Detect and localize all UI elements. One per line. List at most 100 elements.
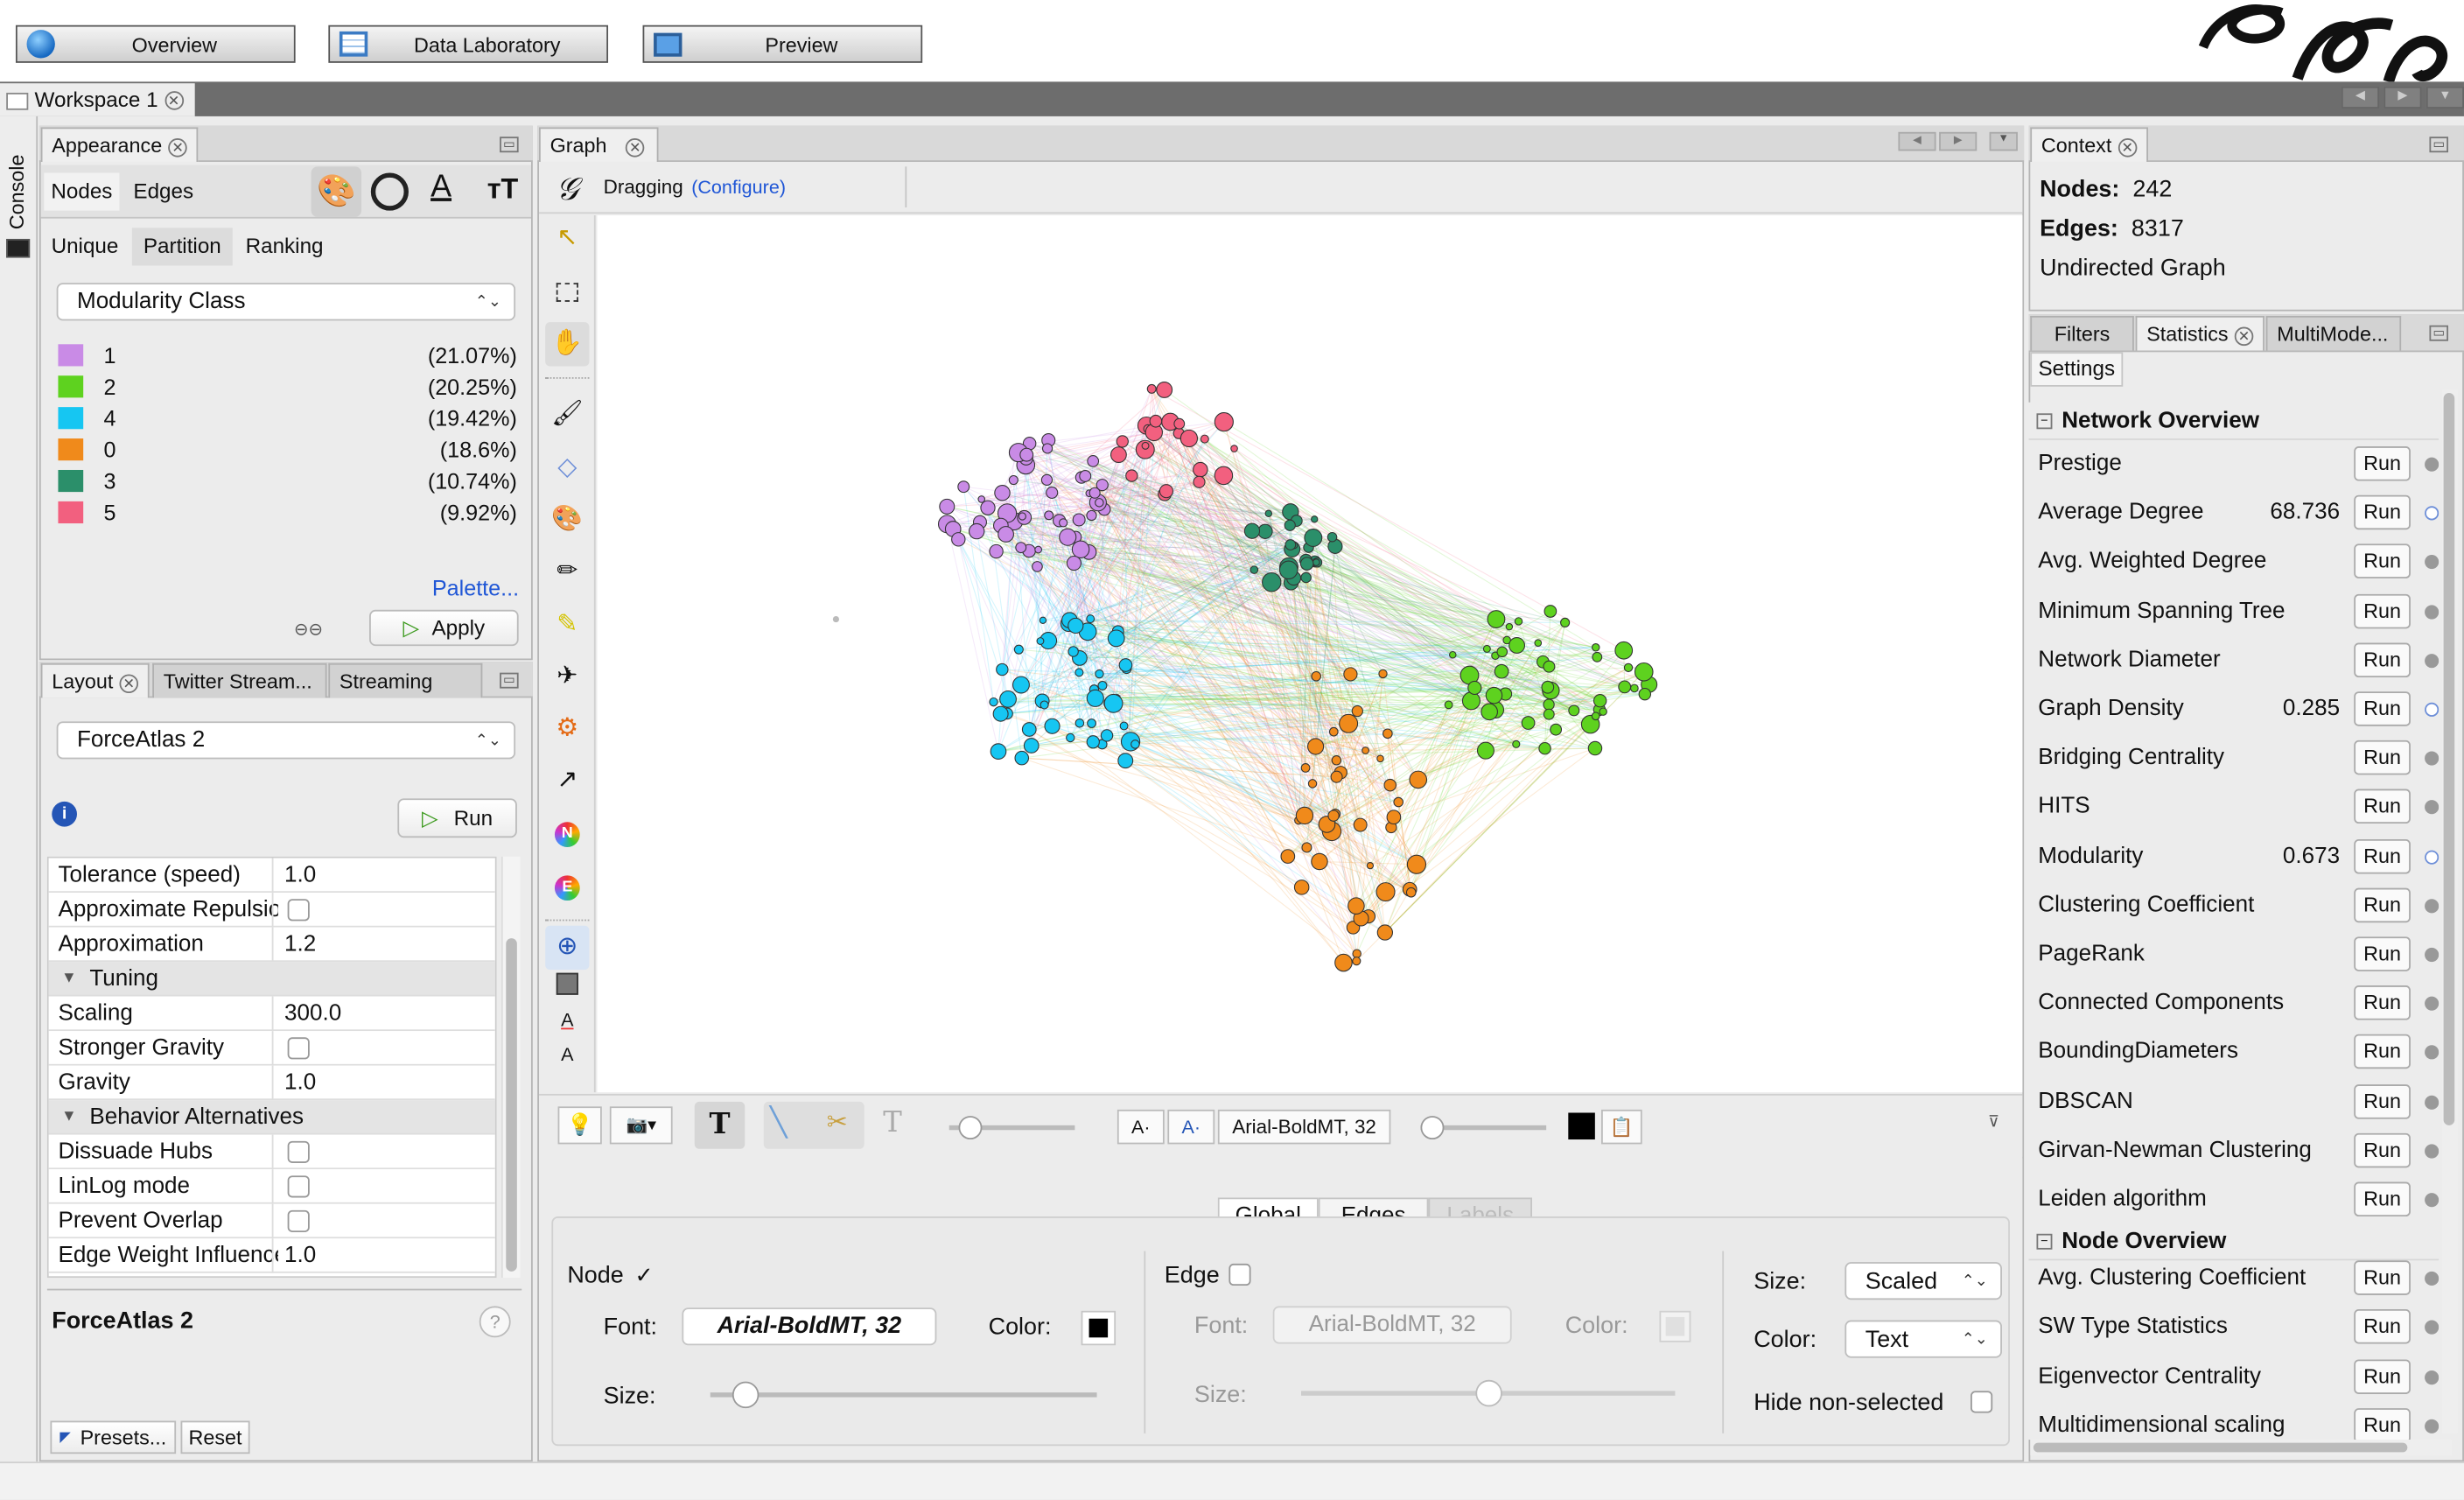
property-row[interactable]: Scaling 300.0 — [48, 996, 495, 1032]
partition-item[interactable]: 4 (19.42%) — [41, 403, 531, 434]
run-statistic-button[interactable]: Run — [2354, 838, 2411, 873]
property-checkbox[interactable] — [287, 1209, 310, 1232]
run-statistic-button[interactable]: Run — [2354, 1181, 2411, 1217]
minimize-icon[interactable]: ▭ — [500, 672, 519, 689]
close-icon[interactable]: ✕ — [2234, 326, 2254, 346]
report-icon[interactable] — [2425, 555, 2440, 570]
layout-tab[interactable]: Layout ✕ — [40, 662, 150, 698]
run-statistic-button[interactable]: Run — [2354, 1260, 2411, 1296]
run-statistic-button[interactable]: Run — [2354, 936, 2411, 971]
edge-scale-slider[interactable] — [948, 1116, 1075, 1140]
data-laboratory-button[interactable]: Data Laboratory — [328, 25, 609, 63]
overview-button[interactable]: Overview — [15, 25, 296, 63]
partition-color-swatch[interactable] — [58, 438, 84, 461]
minimize-icon[interactable]: ▭ — [2429, 137, 2449, 153]
workspace-menu[interactable]: ▼ — [2426, 86, 2464, 109]
partition-item[interactable]: 1 (21.07%) — [41, 340, 531, 371]
workspace-tab[interactable]: Workspace 1 ✕ — [0, 83, 195, 116]
partition-color-swatch[interactable] — [58, 375, 84, 398]
run-statistic-button[interactable]: Run — [2354, 985, 2411, 1020]
report-icon[interactable] — [2425, 1370, 2440, 1384]
multimode-tab[interactable]: MultiMode... — [2265, 315, 2402, 351]
report-icon[interactable] — [2425, 751, 2440, 766]
property-checkbox[interactable] — [287, 1140, 310, 1163]
node-font-button[interactable]: Arial-BoldMT, 32 — [682, 1307, 937, 1346]
link-icon[interactable]: ⊖⊖ — [294, 620, 323, 640]
run-statistic-button[interactable]: Run — [2354, 740, 2411, 775]
minimize-icon[interactable]: ▭ — [2429, 325, 2449, 341]
report-icon[interactable] — [2425, 1321, 2440, 1335]
report-icon[interactable] — [2425, 996, 2440, 1012]
help-icon[interactable]: ? — [479, 1306, 511, 1338]
report-icon[interactable] — [2425, 1095, 2440, 1110]
partition-color-swatch[interactable] — [58, 344, 84, 367]
property-value[interactable]: 1.0 — [284, 1066, 316, 1101]
edge-label-checkbox[interactable] — [1228, 1263, 1251, 1286]
run-statistic-button[interactable]: Run — [2354, 1034, 2411, 1069]
info-icon[interactable]: i — [52, 801, 77, 827]
property-row[interactable]: Tolerance (speed) 1.0 — [48, 858, 495, 894]
n-icon[interactable]: N — [545, 812, 589, 856]
font-size-down-icon[interactable]: A· — [1116, 1109, 1165, 1145]
layout-algorithm-select[interactable]: ForceAtlas 2 ⌃⌄ — [56, 721, 516, 760]
report-icon[interactable] — [2425, 457, 2440, 472]
airplane-icon[interactable]: ✈ — [545, 655, 589, 699]
twitter-stream-tab[interactable]: Twitter Stream... — [152, 662, 327, 698]
size-pencil-icon[interactable]: ✎ — [545, 604, 589, 648]
close-icon[interactable]: ✕ — [168, 137, 187, 157]
show-labels-icon[interactable]: T — [694, 1101, 746, 1149]
property-checkbox[interactable] — [287, 899, 310, 922]
property-row[interactable]: Dissuade Hubs — [48, 1134, 495, 1170]
graph-nav-right[interactable]: ▶ — [1939, 131, 1978, 151]
edge-icon[interactable]: ╲ — [770, 1106, 787, 1139]
node-label-checkbox[interactable]: ✓ — [635, 1264, 657, 1286]
workspace-nav-left[interactable]: ◀ — [2341, 86, 2379, 109]
collapse-icon[interactable]: − — [2036, 1234, 2053, 1251]
property-section[interactable]: ▼ Behavior Alternatives — [48, 1100, 495, 1135]
e-icon[interactable]: E — [545, 866, 589, 910]
edge-scissors-icon[interactable]: ✂ — [827, 1106, 848, 1138]
edges-tab[interactable]: Edges — [126, 173, 201, 211]
run-statistic-button[interactable]: Run — [2354, 495, 2411, 530]
label-color-icon[interactable]: A — [430, 170, 452, 206]
color-picker-icon[interactable]: 📋 — [1601, 1109, 1642, 1145]
report-icon[interactable] — [2425, 702, 2440, 717]
rect-select-icon[interactable] — [545, 270, 589, 314]
presets-button[interactable]: ◤ Presets... — [50, 1420, 177, 1454]
statistics-tab[interactable]: Statistics ✕ — [2135, 315, 2264, 351]
property-checkbox[interactable] — [287, 1037, 310, 1060]
unique-tab[interactable]: Unique — [44, 228, 125, 265]
partition-color-swatch[interactable] — [58, 501, 84, 524]
appearance-tab[interactable]: Appearance ✕ — [40, 127, 199, 162]
property-row[interactable]: Approximation 1.2 — [48, 927, 495, 963]
collapse-icon[interactable]: ▼ — [61, 962, 77, 997]
property-row[interactable]: Edge Weight Influence 1.0 — [48, 1238, 495, 1273]
network-graph[interactable] — [597, 215, 2022, 1092]
close-icon[interactable]: ✕ — [119, 673, 139, 693]
terminal-icon[interactable] — [6, 238, 31, 258]
report-icon[interactable] — [2425, 800, 2440, 815]
label-size-slider[interactable] — [1420, 1116, 1547, 1140]
run-statistic-button[interactable]: Run — [2354, 789, 2411, 824]
run-statistic-button[interactable]: Run — [2354, 1309, 2411, 1345]
preview-button[interactable]: Preview — [642, 25, 923, 63]
close-icon[interactable]: ✕ — [626, 137, 645, 157]
report-icon[interactable] — [2425, 653, 2440, 668]
label-size-icon[interactable]: A — [545, 1033, 589, 1076]
nodes-tab[interactable]: Nodes — [44, 172, 120, 211]
property-row[interactable]: Approximate Repulsion — [48, 893, 495, 928]
reset-button[interactable]: Reset — [180, 1420, 250, 1454]
ranking-tab[interactable]: Ranking — [239, 228, 330, 265]
partition-item[interactable]: 3 (10.74%) — [41, 466, 531, 497]
label-size-T-icon[interactable]: T — [883, 1106, 902, 1139]
palette-icon[interactable]: 🎨 — [311, 166, 362, 217]
apply-button[interactable]: ▷ Apply — [369, 609, 519, 647]
collapse-icon[interactable]: − — [2036, 413, 2053, 430]
property-value[interactable]: 1.2 — [284, 928, 316, 963]
font-button[interactable]: Arial-BoldMT, 32 — [1217, 1109, 1391, 1145]
properties-scrollbar[interactable] — [500, 856, 521, 1279]
edge-size-slider[interactable] — [1301, 1379, 1676, 1407]
diamond-icon[interactable]: ◇ — [545, 446, 589, 490]
partition-item[interactable]: 2 (20.25%) — [41, 371, 531, 403]
graph-canvas[interactable] — [597, 215, 2023, 1093]
